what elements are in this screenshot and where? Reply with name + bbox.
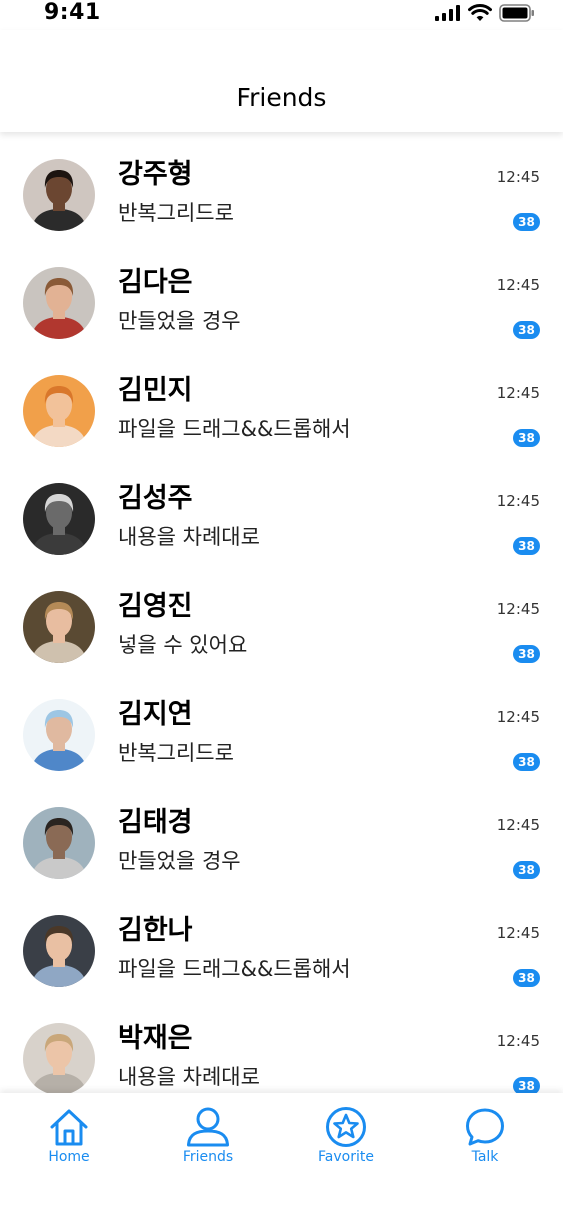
message-time: 12:45 <box>496 276 540 294</box>
friend-message: 넣을 수 있어요 <box>118 633 248 657</box>
friend-row[interactable]: 김성주내용을 차례대로 12:45 38 <box>0 456 563 564</box>
friend-name: 강주형 <box>118 159 193 190</box>
friend-row[interactable]: 강주형반복그리드로 12:45 38 <box>0 132 563 240</box>
message-time: 12:45 <box>496 384 540 402</box>
unread-badge: 38 <box>513 429 540 447</box>
avatar[interactable] <box>23 591 95 663</box>
avatar[interactable] <box>23 267 95 339</box>
friend-name: 김지연 <box>118 699 193 730</box>
avatar[interactable] <box>23 807 95 879</box>
tab-favorite[interactable]: Favorite <box>296 1107 396 1166</box>
message-time: 12:45 <box>496 600 540 618</box>
friend-row[interactable]: 김한나파일을 드래그&&드롭해서 12:45 38 <box>0 888 563 996</box>
avatar[interactable] <box>23 915 95 987</box>
friend-row[interactable]: 김태경만들었을 경우 12:45 38 <box>0 780 563 888</box>
friend-name: 김다은 <box>118 267 193 298</box>
tab-friends-label: Friends <box>182 1149 234 1165</box>
tab-talk[interactable]: Talk <box>435 1107 535 1166</box>
message-time: 12:45 <box>496 816 540 834</box>
unread-badge: 38 <box>513 213 540 231</box>
unread-badge: 38 <box>513 537 540 555</box>
wifi-icon <box>468 4 492 21</box>
cellular-signal-icon <box>435 5 460 21</box>
avatar[interactable] <box>23 483 95 555</box>
message-time: 12:45 <box>496 708 540 726</box>
message-time: 12:45 <box>496 168 540 186</box>
tab-home[interactable]: Home <box>19 1107 119 1166</box>
avatar[interactable] <box>23 375 95 447</box>
header: Friends <box>0 30 563 132</box>
unread-badge: 38 <box>513 645 540 663</box>
friend-row[interactable]: 김영진넣을 수 있어요 12:45 38 <box>0 564 563 672</box>
avatar[interactable] <box>23 699 95 771</box>
friend-name: 김민지 <box>118 375 193 406</box>
message-time: 12:45 <box>496 924 540 942</box>
friend-message: 파일을 드래그&&드롭해서 <box>118 417 351 441</box>
person-icon <box>187 1107 229 1147</box>
unread-badge: 38 <box>513 1077 540 1094</box>
friend-row[interactable]: 박재은내용을 차례대로 12:45 38 <box>0 996 563 1094</box>
friend-name: 김영진 <box>118 591 193 622</box>
message-time: 12:45 <box>496 492 540 510</box>
tab-friends[interactable]: Friends <box>158 1107 258 1166</box>
home-icon <box>50 1109 88 1146</box>
friend-row[interactable]: 김다은만들었을 경우 12:45 38 <box>0 240 563 348</box>
status-bar: 9:41 <box>0 0 563 30</box>
friend-message: 반복그리드로 <box>118 741 234 765</box>
friend-row[interactable]: 김민지파일을 드래그&&드롭해서 12:45 38 <box>0 348 563 456</box>
friend-message: 파일을 드래그&&드롭해서 <box>118 957 351 981</box>
friend-message: 반복그리드로 <box>118 201 234 225</box>
unread-badge: 38 <box>513 753 540 771</box>
tab-talk-label: Talk <box>471 1149 499 1165</box>
friend-message: 내용을 차례대로 <box>118 525 260 549</box>
star-icon <box>326 1107 366 1147</box>
friend-message: 만들었을 경우 <box>118 309 241 333</box>
unread-badge: 38 <box>513 969 540 987</box>
tab-bar: Home Friends Favorite Talk <box>0 1093 563 1218</box>
friend-list[interactable]: 강주형 반복그리드로 12:45 38 김다은 만들었을 경우 12:45 38 김민지 파일을 … <box>0 132 563 1094</box>
message-time: 12:45 <box>496 1032 540 1050</box>
unread-badge: 38 <box>513 861 540 879</box>
status-icons <box>435 4 535 22</box>
page-title: Friends <box>236 83 327 112</box>
avatar[interactable] <box>23 1023 95 1094</box>
avatar[interactable] <box>23 159 95 231</box>
friend-message: 만들었을 경우 <box>118 849 241 873</box>
tab-favorite-label: Favorite <box>318 1149 374 1165</box>
battery-icon <box>499 4 534 22</box>
friend-name: 김성주 <box>118 483 193 514</box>
chat-bubble-icon <box>466 1108 504 1146</box>
status-time: 9:41 <box>44 0 101 25</box>
unread-badge: 38 <box>513 321 540 339</box>
friend-name: 박재은 <box>118 1023 193 1054</box>
friend-name: 김한나 <box>118 915 193 946</box>
friend-row[interactable]: 김지연반복그리드로 12:45 38 <box>0 672 563 780</box>
friend-name: 김태경 <box>118 807 193 838</box>
tab-home-label: Home <box>48 1149 90 1165</box>
friend-message: 내용을 차례대로 <box>118 1065 260 1089</box>
